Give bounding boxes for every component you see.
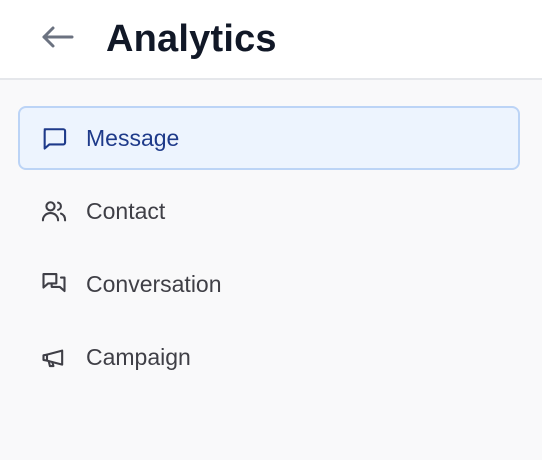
sidebar-item-campaign[interactable]: Campaign	[18, 325, 520, 389]
message-square-icon	[40, 124, 68, 152]
header: Analytics	[0, 0, 542, 80]
sidebar-item-contact[interactable]: Contact	[18, 179, 520, 243]
sidebar-item-conversation[interactable]: Conversation	[18, 252, 520, 316]
sidebar-item-message[interactable]: Message	[18, 106, 520, 170]
megaphone-icon	[40, 343, 68, 371]
sidebar-nav: Message Contact Conversation Campaign	[0, 80, 542, 389]
sidebar-item-label: Message	[86, 124, 180, 151]
analytics-panel: Analytics Message Contact Conversation C…	[0, 0, 542, 460]
page-title: Analytics	[106, 17, 277, 60]
sidebar-item-label: Contact	[86, 197, 166, 224]
back-button[interactable]	[38, 19, 78, 59]
messages-icon	[40, 270, 68, 298]
sidebar-item-label: Campaign	[86, 343, 191, 370]
users-icon	[40, 197, 68, 225]
arrow-left-icon	[41, 25, 75, 54]
sidebar-item-label: Conversation	[86, 270, 222, 297]
